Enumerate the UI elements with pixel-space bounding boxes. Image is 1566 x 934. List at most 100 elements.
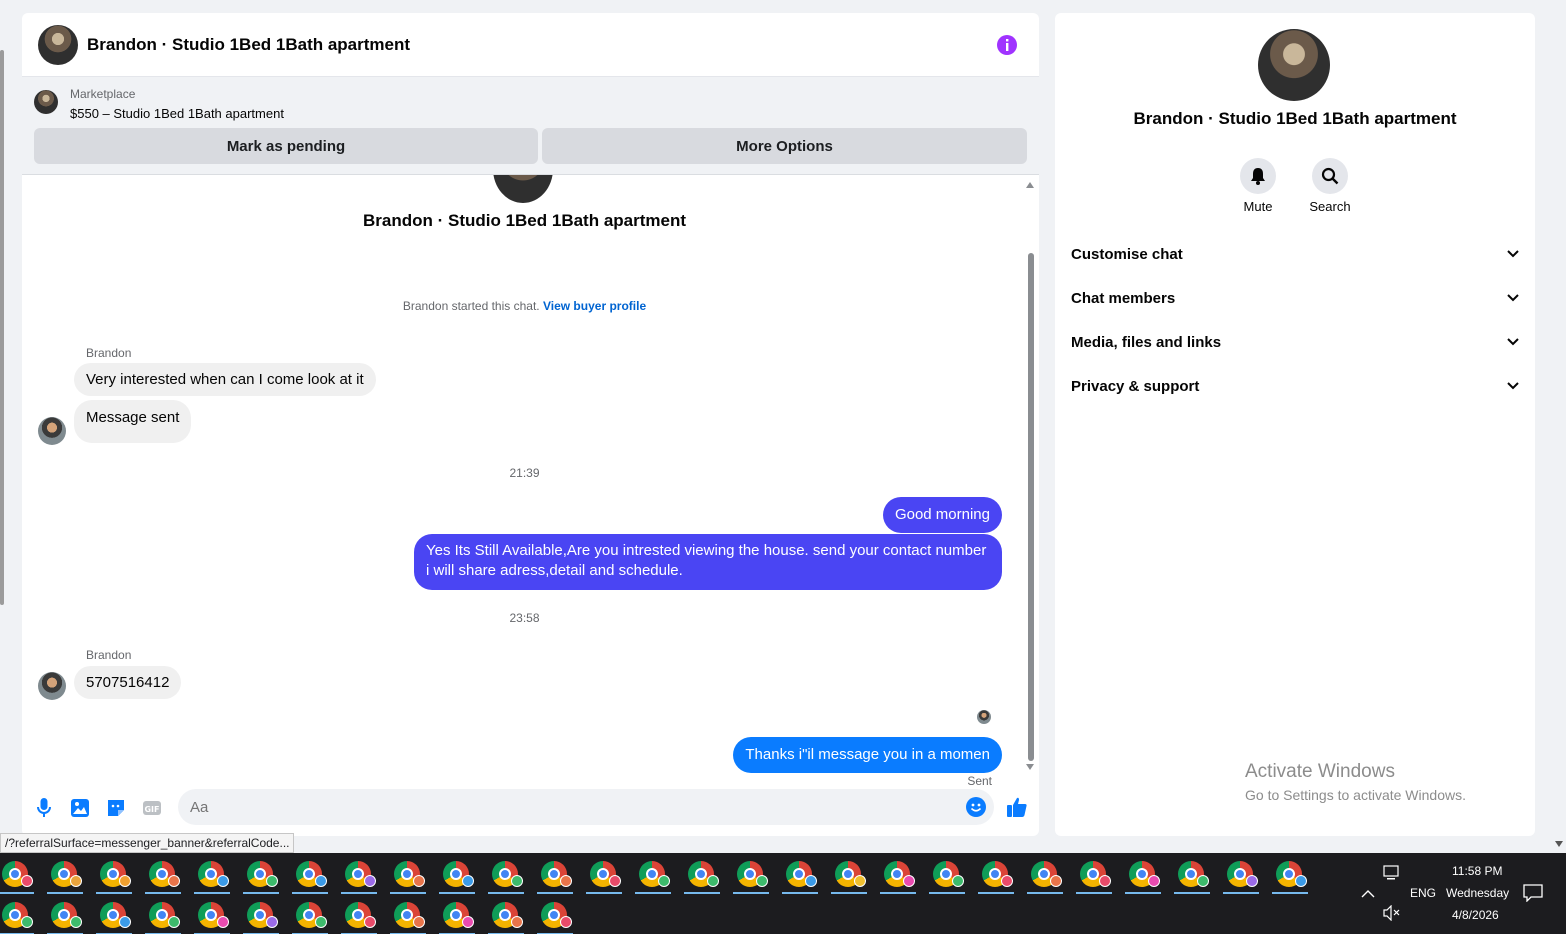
running-indicator	[96, 892, 132, 894]
listing-thumbnail[interactable]	[34, 90, 58, 114]
chrome-taskbar-icon[interactable]	[292, 861, 328, 894]
running-indicator	[1272, 892, 1308, 894]
scroll-up-arrow[interactable]	[1026, 182, 1034, 188]
gallery-icon[interactable]	[69, 797, 91, 819]
chrome-taskbar-icon[interactable]	[145, 902, 181, 934]
clock-day[interactable]: Wednesday	[1446, 886, 1509, 900]
chrome-taskbar-icon[interactable]	[0, 861, 34, 894]
section-media-files-links[interactable]: Media, files and links	[1071, 322, 1519, 362]
chrome-taskbar-icon[interactable]	[831, 861, 867, 894]
message-input[interactable]	[178, 789, 994, 825]
chrome-taskbar-icon[interactable]	[880, 861, 916, 894]
info-avatar[interactable]	[1258, 29, 1330, 101]
sent-status: Sent	[967, 774, 992, 785]
incoming-message[interactable]: Message sent	[74, 400, 192, 443]
chrome-taskbar-icon[interactable]	[390, 902, 426, 934]
running-indicator	[1027, 892, 1063, 894]
sticker-icon[interactable]	[105, 797, 127, 819]
outgoing-message[interactable]: Yes Its Still Available,Are you intreste…	[414, 534, 1002, 590]
emoji-icon[interactable]	[966, 797, 986, 817]
chrome-taskbar-icon[interactable]	[194, 861, 230, 894]
view-buyer-profile-link[interactable]: View buyer profile	[543, 299, 646, 313]
chat-title[interactable]: Brandon · Studio 1Bed 1Bath apartment	[87, 35, 410, 55]
chrome-taskbar-icon[interactable]	[243, 902, 279, 934]
chrome-taskbar-icon[interactable]	[145, 861, 181, 894]
chrome-taskbar-icon[interactable]	[1223, 861, 1259, 894]
chrome-taskbar-icon[interactable]	[243, 861, 279, 894]
chrome-taskbar-icon[interactable]	[292, 902, 328, 934]
gif-icon[interactable]: GIF	[141, 797, 163, 819]
listing-title[interactable]: $550 – Studio 1Bed 1Bath apartment	[70, 106, 284, 121]
chrome-taskbar-icon[interactable]	[0, 902, 34, 934]
page-scrollbar[interactable]	[1553, 0, 1566, 853]
chrome-taskbar-icon[interactable]	[635, 861, 671, 894]
like-icon[interactable]	[1005, 795, 1029, 819]
mark-as-pending-button[interactable]: Mark as pending	[34, 128, 538, 164]
chrome-taskbar-icon[interactable]	[586, 861, 622, 894]
chat-avatar[interactable]	[38, 24, 78, 65]
chrome-taskbar-icon[interactable]	[96, 861, 132, 894]
chrome-taskbar-icon[interactable]	[1125, 861, 1161, 894]
microphone-icon[interactable]	[33, 797, 55, 819]
sender-avatar[interactable]	[38, 672, 66, 700]
chrome-taskbar-icon[interactable]	[1174, 861, 1210, 894]
network-icon[interactable]	[1383, 865, 1401, 881]
chrome-taskbar-icon[interactable]	[929, 861, 965, 894]
section-customise-chat[interactable]: Customise chat	[1071, 234, 1519, 274]
profile-badge-icon	[511, 875, 523, 887]
running-indicator	[145, 892, 181, 894]
mute-button[interactable]	[1240, 158, 1276, 194]
chrome-taskbar-icon[interactable]	[439, 902, 475, 934]
profile-badge-icon	[413, 916, 425, 928]
scroll-down-arrow[interactable]	[1026, 764, 1034, 770]
chrome-taskbar-icon[interactable]	[390, 861, 426, 894]
running-indicator	[1174, 892, 1210, 894]
chrome-taskbar-icon[interactable]	[439, 861, 475, 894]
chevron-up-icon[interactable]	[1361, 889, 1375, 899]
more-options-button[interactable]: More Options	[542, 128, 1027, 164]
chrome-taskbar-icon[interactable]	[488, 902, 524, 934]
chrome-taskbar-icon[interactable]	[782, 861, 818, 894]
chrome-taskbar-icon[interactable]	[733, 861, 769, 894]
chrome-taskbar-icon[interactable]	[341, 902, 377, 934]
outgoing-message[interactable]: Good morning	[882, 497, 1002, 533]
chrome-taskbar-icon[interactable]	[194, 902, 230, 934]
sender-name: Brandon	[86, 346, 132, 360]
chrome-taskbar-icon[interactable]	[978, 861, 1014, 894]
chrome-taskbar-icon[interactable]	[488, 861, 524, 894]
marketplace-label: Marketplace	[70, 87, 136, 101]
left-scrollbar[interactable]	[0, 0, 6, 853]
seen-avatar	[977, 710, 991, 724]
section-privacy-support[interactable]: Privacy & support	[1071, 366, 1519, 406]
chevron-down-icon	[1507, 382, 1519, 390]
timestamp: 21:39	[509, 466, 540, 480]
profile-badge-icon	[1246, 875, 1258, 887]
chrome-taskbar-icon[interactable]	[341, 861, 377, 894]
chrome-taskbar-icon[interactable]	[1027, 861, 1063, 894]
chrome-taskbar-icon[interactable]	[96, 902, 132, 934]
incoming-message[interactable]: 5707516412	[74, 666, 182, 699]
info-icon[interactable]	[997, 35, 1017, 55]
chrome-taskbar-icon[interactable]	[537, 902, 573, 934]
search-button[interactable]	[1312, 158, 1348, 194]
profile-badge-icon	[1050, 875, 1062, 887]
clock-time[interactable]: 11:58 PM	[1452, 864, 1502, 878]
incoming-message[interactable]: Very interested when can I come look at …	[74, 363, 376, 396]
notification-icon[interactable]	[1523, 884, 1543, 902]
sender-avatar[interactable]	[38, 417, 66, 445]
message-scrollbar[interactable]	[1028, 253, 1034, 761]
speaker-muted-icon[interactable]	[1383, 905, 1401, 921]
search-label: Search	[1309, 199, 1351, 214]
chrome-taskbar-icon[interactable]	[47, 902, 83, 934]
chrome-taskbar-icon[interactable]	[47, 861, 83, 894]
chrome-taskbar-icon[interactable]	[684, 861, 720, 894]
section-chat-members[interactable]: Chat members	[1071, 278, 1519, 318]
chrome-taskbar-icon[interactable]	[537, 861, 573, 894]
language-indicator[interactable]: ENG	[1410, 886, 1436, 900]
chrome-taskbar-icon[interactable]	[1272, 861, 1308, 894]
clock-date[interactable]: 4/8/2026	[1452, 908, 1499, 922]
outgoing-message[interactable]: Thanks i"il message you in a momen	[733, 737, 1002, 773]
running-indicator	[1125, 892, 1161, 894]
chrome-taskbar-icon[interactable]	[1076, 861, 1112, 894]
running-indicator	[488, 892, 524, 894]
